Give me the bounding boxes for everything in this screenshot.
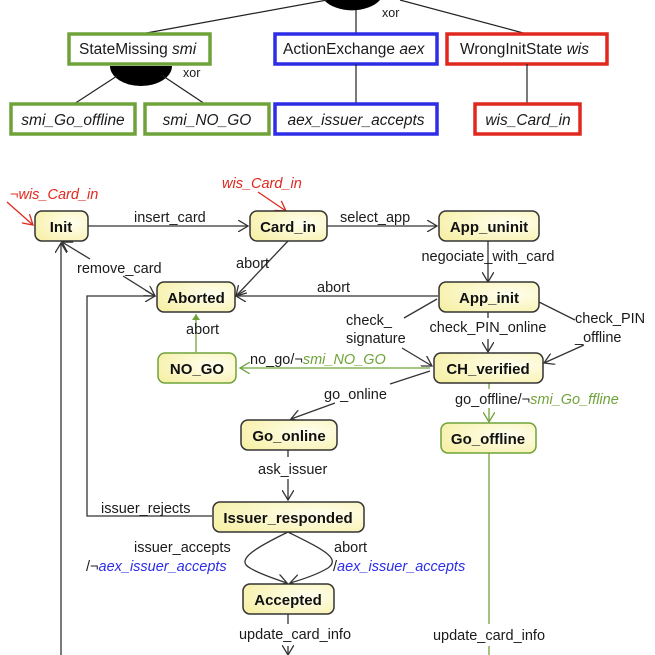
label-ask-issuer: ask_issuer xyxy=(258,462,327,478)
feature-aex-issuer-accepts[interactable]: aex_issuer_accepts xyxy=(273,102,439,136)
feature-abbr: smi xyxy=(172,41,197,58)
state-card-in[interactable]: Card_in xyxy=(249,210,328,242)
label-check-pin-online: check_PIN_online xyxy=(430,320,547,336)
label-check-signature-1: check_ xyxy=(346,313,393,329)
svg-text:WrongInitState wis: WrongInitState wis xyxy=(460,41,589,58)
state-go-offline[interactable]: Go_offline xyxy=(440,422,537,454)
feature-name: WrongInitState xyxy=(460,41,562,58)
feature-and-state-diagram: xor StateMissing smi ActionExchange aex … xyxy=(6,0,645,655)
label-issuer-accepts-action: /¬aex_issuer_accepts xyxy=(86,559,227,575)
label-check-signature-2: signature xyxy=(346,331,406,347)
state-label: App_uninit xyxy=(450,219,528,236)
feature-state-missing[interactable]: StateMissing smi xyxy=(67,32,212,66)
state-label: NO_GO xyxy=(170,361,225,378)
state-no-go[interactable]: NO_GO xyxy=(157,352,237,384)
label-no-go: no_go/¬smi_NO_GO xyxy=(250,352,386,368)
label-go-online: go_online xyxy=(324,387,387,403)
feature-abbr: aex xyxy=(399,41,425,58)
feature-wis-card-in[interactable]: wis_Card_in xyxy=(473,102,582,136)
label-negociate: negociate_with_card xyxy=(421,249,554,265)
initial-arrow-card-in xyxy=(257,191,286,211)
feature-label: wis_Card_in xyxy=(485,112,570,129)
edge-check-pin-offline-b xyxy=(544,344,585,363)
label-issuer-rejects: issuer_rejects xyxy=(101,501,190,517)
svg-text:StateMissing smi: StateMissing smi xyxy=(79,41,197,58)
edge-issuer-accepts xyxy=(244,531,289,583)
label-abort-card-in: abort xyxy=(236,256,269,272)
label-abort-issuer: abort xyxy=(334,540,367,556)
edge-go-online-a xyxy=(389,370,431,385)
state-label: Go_online xyxy=(252,428,325,445)
svg-text:ActionExchange aex: ActionExchange aex xyxy=(283,41,426,58)
label-issuer-accepts: issuer_accepts xyxy=(134,540,231,556)
state-app-uninit[interactable]: App_uninit xyxy=(438,210,540,242)
feature-abbr: wis xyxy=(567,41,590,58)
state-label: Go_offline xyxy=(451,431,525,448)
xor-group-smi-icon xyxy=(110,66,172,86)
label-select-app: select_app xyxy=(340,210,410,226)
state-label: Issuer_responded xyxy=(223,510,352,527)
state-issuer-responded[interactable]: Issuer_responded xyxy=(212,501,365,533)
label-check-pin-offline-1: check_PIN xyxy=(575,311,645,327)
edge-check-pin-offline-a xyxy=(538,301,576,321)
feature-label: smi_NO_GO xyxy=(163,112,252,129)
state-label: Init xyxy=(50,219,73,236)
label-check-pin-offline-2: _offline xyxy=(574,330,622,346)
label-remove-card: remove_card xyxy=(77,261,162,277)
initial-condition-card-in: wis_Card_in xyxy=(222,176,302,192)
feature-name: ActionExchange xyxy=(283,41,395,58)
state-label: Card_in xyxy=(260,219,316,236)
state-app-init[interactable]: App_init xyxy=(438,281,540,313)
state-aborted[interactable]: Aborted xyxy=(156,281,236,313)
label-update-card-info-online: update_card_info xyxy=(239,627,351,643)
edge-check-signature-a xyxy=(403,298,438,319)
state-ch-verified[interactable]: CH_verified xyxy=(433,352,544,384)
label-go-offline: go_offline/¬smi_Go_ffline xyxy=(455,392,619,408)
state-label: Aborted xyxy=(167,290,225,307)
initial-condition-init: ¬wis_Card_in xyxy=(10,187,98,203)
feature-wrong-init-state[interactable]: WrongInitState wis xyxy=(445,32,609,66)
state-go-online[interactable]: Go_online xyxy=(240,419,338,451)
initial-arrow-init xyxy=(6,201,33,225)
edge-labels: ¬wis_Card_in wis_Card_in insert_card sel… xyxy=(10,176,645,644)
edge-remove-card-out xyxy=(62,242,91,260)
edge-remove-card-in xyxy=(122,275,155,296)
feature-model: xor StateMissing smi ActionExchange aex … xyxy=(9,0,609,136)
feature-action-exchange[interactable]: ActionExchange aex xyxy=(273,32,439,66)
state-label: App_init xyxy=(459,290,519,307)
state-label: CH_verified xyxy=(446,361,529,378)
feature-label: smi_Go_offline xyxy=(21,112,125,129)
label-abort-app-init: abort xyxy=(317,280,350,296)
edge-go-online-b xyxy=(291,402,336,419)
feature-label: aex_issuer_accepts xyxy=(288,112,425,129)
state-label: Accepted xyxy=(254,592,322,609)
label-update-card-info-offline: update_card_info xyxy=(433,628,545,644)
xor-group-top-icon xyxy=(324,0,380,11)
feature-smi-go-offline[interactable]: smi_Go_offline xyxy=(9,102,137,136)
state-accepted[interactable]: Accepted xyxy=(242,583,335,615)
xor-label-top: xor xyxy=(382,6,399,20)
label-abort-no-go: abort xyxy=(186,322,219,338)
label-abort-issuer-action: /aex_issuer_accepts xyxy=(333,559,465,575)
edge-abort-issuer xyxy=(287,531,333,583)
feature-name: StateMissing xyxy=(79,41,168,58)
xor-label-smi: xor xyxy=(183,66,200,80)
label-insert-card: insert_card xyxy=(134,210,206,226)
edge-check-signature-b xyxy=(401,347,432,366)
feature-smi-no-go[interactable]: smi_NO_GO xyxy=(143,102,271,136)
state-init[interactable]: Init xyxy=(34,210,89,242)
